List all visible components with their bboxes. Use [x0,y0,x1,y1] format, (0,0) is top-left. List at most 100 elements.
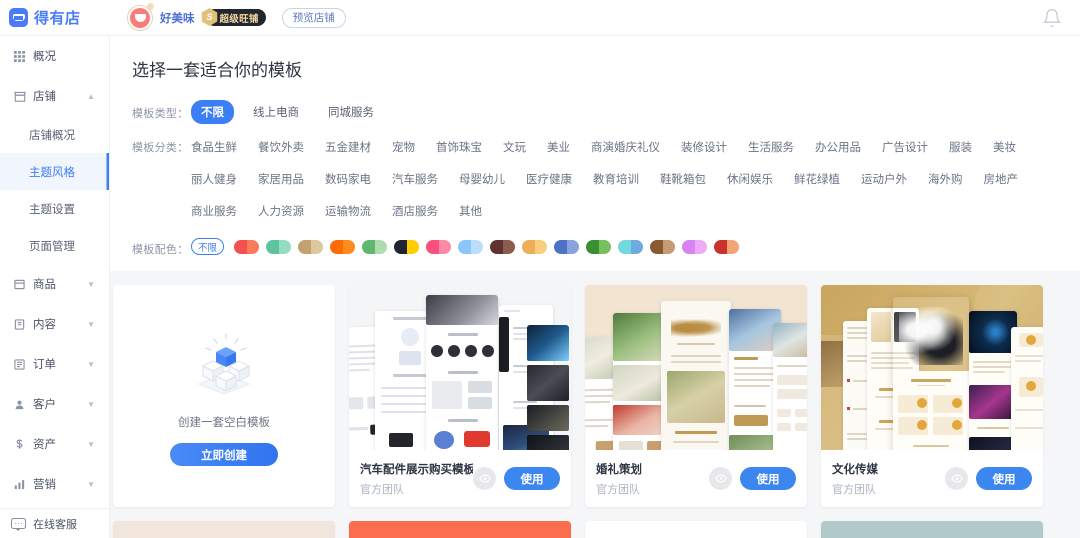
filter-category-option[interactable]: 首饰珠宝 [436,134,482,160]
filter-category-option[interactable]: 文玩 [503,134,526,160]
use-template-button[interactable]: 使用 [740,467,796,490]
filter-category-options: 食品生鲜 餐饮外卖 五金建材 宠物 首饰珠宝 文玩 美业 商演婚庆礼仪 装修设计 生活服务 办公用品… [191,134,1080,230]
sidebar-item-theme-settings[interactable]: 主题设置 [0,190,109,227]
filter-category-option[interactable]: 家居用品 [258,166,304,192]
template-thumbnail [821,285,1043,450]
filter-category-option[interactable]: 广告设计 [882,134,928,160]
color-swatch[interactable] [234,239,259,254]
filter-type-option-unlimited[interactable]: 不限 [191,100,234,124]
filter-category-option[interactable]: 美业 [547,134,570,160]
filter-type-option-online-ecommerce[interactable]: 线上电商 [243,100,309,124]
sidebar-sub-label: 主题设置 [29,203,75,216]
page-title: 选择一套适合你的模板 [132,61,302,80]
filter-type-option-local-service[interactable]: 同城服务 [318,100,384,124]
template-card[interactable]: 汽车配件展示购买模板 官方团队 使用 [349,285,571,507]
sidebar-item-shop-overview[interactable]: 店铺概况 [0,116,109,153]
template-card[interactable] [821,521,1043,538]
filter-category-option[interactable]: 教育培训 [593,166,639,192]
filter-category-option[interactable]: 办公用品 [815,134,861,160]
online-support-button[interactable]: 在线客服 [0,508,109,538]
filter-category-option[interactable]: 餐饮外卖 [258,134,304,160]
use-template-button[interactable]: 使用 [976,467,1032,490]
sidebar-item-assets[interactable]: 资产 ▼ [0,424,109,464]
chevron-down-icon: ▼ [87,399,95,409]
vip-badge-label: 超级旺铺 [219,13,259,25]
color-swatch[interactable] [266,239,291,254]
color-swatch-unlimited[interactable]: 不限 [191,238,224,255]
filter-category-option[interactable]: 医疗健康 [526,166,572,192]
color-swatch[interactable] [458,239,483,254]
filter-category-option[interactable]: 其他 [459,198,482,224]
filter-category-option[interactable]: 母婴幼儿 [459,166,505,192]
color-swatch[interactable] [522,239,547,254]
sidebar-item-shop[interactable]: 店铺 ▲ [0,76,109,116]
filter-category-option[interactable]: 休闲娱乐 [727,166,773,192]
filter-category-option[interactable]: 商演婚庆礼仪 [591,134,660,160]
bell-icon[interactable] [1042,8,1062,28]
template-thumbnail [585,285,807,450]
filter-category-option[interactable]: 酒店服务 [392,198,438,224]
color-swatch[interactable] [586,239,611,254]
create-now-button[interactable]: 立即创建 [170,443,278,466]
sidebar-item-content[interactable]: 内容 ▼ [0,304,109,344]
filter-category-option[interactable]: 汽车服务 [392,166,438,192]
sidebar-item-overview[interactable]: 概况 [0,36,109,76]
color-swatch[interactable] [682,239,707,254]
filter-category-option[interactable]: 房地产 [984,166,1019,192]
filter-category-option[interactable]: 丽人健身 [191,166,237,192]
sidebar-item-label: 概况 [33,51,56,63]
filter-category-option[interactable]: 数码家电 [325,166,371,192]
filter-category-option[interactable]: 服装 [949,134,972,160]
sidebar-item-customers[interactable]: 客户 ▼ [0,384,109,424]
filter-category-option[interactable]: 美妆 [993,134,1016,160]
template-thumbnail [585,521,807,538]
template-card[interactable] [349,521,571,538]
brand-logo-area[interactable]: 得有店 [0,7,110,28]
filter-category-option[interactable]: 宠物 [392,134,415,160]
filter-category-option[interactable]: 鲜花绿植 [794,166,840,192]
filter-category-option[interactable]: 食品生鲜 [191,134,237,160]
color-swatch[interactable] [714,239,739,254]
color-swatch[interactable] [298,239,323,254]
filter-category-option[interactable]: 运输物流 [325,198,371,224]
status-badge: S 超级旺铺 [201,8,266,26]
color-swatch[interactable] [394,239,419,254]
template-card[interactable]: 文化传媒 官方团队 使用 [821,285,1043,507]
color-swatch[interactable] [490,239,515,254]
color-swatch[interactable] [650,239,675,254]
color-swatch[interactable] [554,239,579,254]
brand-name: 得有店 [34,10,81,27]
filter-category-option[interactable]: 运动户外 [861,166,907,192]
sidebar-item-orders[interactable]: 订单 ▼ [0,344,109,384]
template-card[interactable]: 婚礼策划 官方团队 使用 [585,285,807,507]
use-template-button[interactable]: 使用 [504,467,560,490]
filter-panel: 选择一套适合你的模板 模板类型： 不限 线上电商 同城服务 模板分类： 食品生鲜… [110,36,1080,271]
color-swatch[interactable] [330,239,355,254]
eye-icon[interactable] [945,467,968,490]
preview-shop-button[interactable]: 预览店铺 [281,7,346,28]
template-card-blank[interactable]: 创建一套空白模板 立即创建 [113,285,335,507]
color-swatch[interactable] [618,239,643,254]
bar-chart-icon [13,478,26,491]
color-swatch[interactable] [362,239,387,254]
filter-category-option[interactable]: 鞋靴箱包 [660,166,706,192]
eye-icon[interactable] [473,467,496,490]
sidebar-item-theme-style[interactable]: 主题风格 [0,153,109,190]
filter-category-option[interactable]: 商业服务 [191,198,237,224]
sidebar-item-marketing[interactable]: 营销 ▼ [0,464,109,504]
online-support-label: 在线客服 [33,518,77,531]
template-card[interactable] [113,521,335,538]
filter-category-option[interactable]: 装修设计 [681,134,727,160]
template-author: 官方团队 [596,483,640,496]
sidebar-item-page-management[interactable]: 页面管理 [0,227,109,264]
filter-category-option[interactable]: 五金建材 [325,134,371,160]
color-swatch[interactable] [426,239,451,254]
filter-category-option[interactable]: 生活服务 [748,134,794,160]
chat-icon [11,518,26,531]
filter-category-option[interactable]: 人力资源 [258,198,304,224]
eye-icon[interactable] [709,467,732,490]
filter-category-option[interactable]: 海外购 [928,166,963,192]
cube-art-icon [179,326,269,400]
template-card[interactable] [585,521,807,538]
sidebar-item-goods[interactable]: 商品 ▼ [0,264,109,304]
